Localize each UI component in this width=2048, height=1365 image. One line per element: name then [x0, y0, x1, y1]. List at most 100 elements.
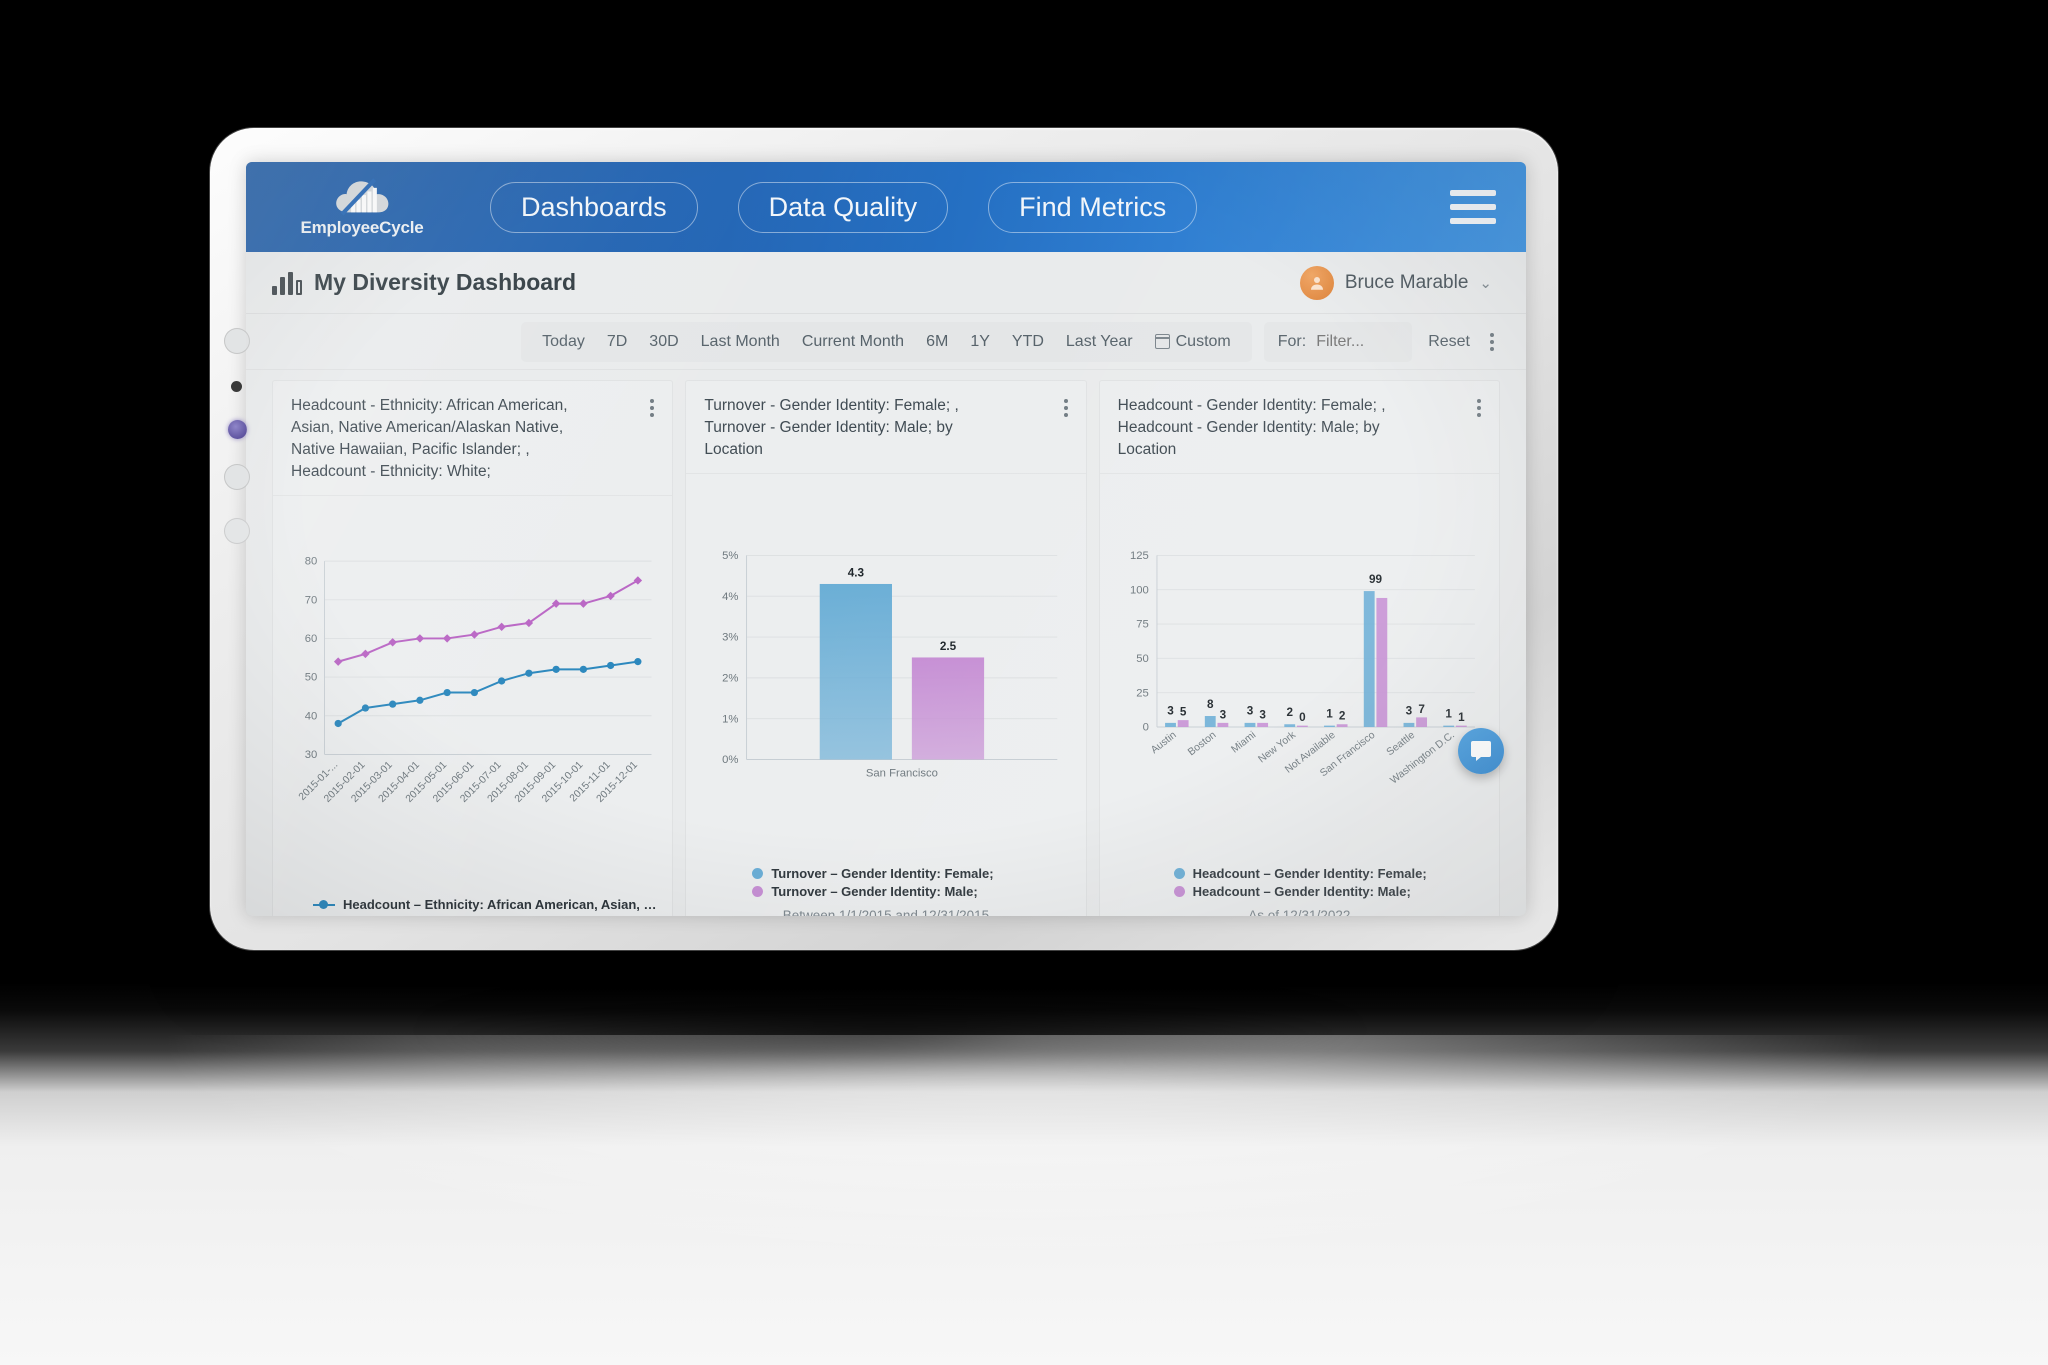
range-ytd[interactable]: YTD [1001, 333, 1055, 351]
primary-nav: Dashboards Data Quality Find Metrics [490, 181, 1198, 233]
svg-text:50: 50 [305, 672, 318, 684]
chat-launcher-button[interactable] [1458, 728, 1504, 774]
svg-text:1: 1 [1326, 707, 1333, 720]
svg-text:Seattle: Seattle [1385, 730, 1417, 759]
legend-label: Headcount – Ethnicity: African American,… [343, 897, 663, 912]
legend-item: Headcount – Gender Identity: Female; [1173, 866, 1489, 881]
bar-chart-turnover: 0% 1% 2% 3% 4% 5% 4.3 2.5 San Francisco [696, 480, 1075, 862]
user-menu[interactable]: Bruce Marable ⌄ [1299, 265, 1492, 300]
range-last-month[interactable]: Last Month [690, 333, 791, 351]
svg-text:3: 3 [1405, 705, 1412, 718]
for-label: For: [1277, 332, 1307, 350]
user-name-label: Bruce Marable [1344, 271, 1469, 293]
legend-item: Headcount – Ethnicity: African American,… [313, 897, 662, 912]
nav-item-data-quality[interactable]: Data Quality [737, 181, 949, 233]
legend-label: Headcount – Gender Identity: Female; [1192, 866, 1427, 881]
hamburger-icon[interactable] [1446, 184, 1500, 230]
svg-text:2: 2 [1339, 710, 1346, 723]
svg-text:3%: 3% [722, 632, 738, 644]
svg-text:1%: 1% [722, 713, 738, 725]
svg-text:San Francisco: San Francisco [866, 768, 938, 780]
svg-text:4%: 4% [722, 591, 738, 603]
svg-text:40: 40 [305, 710, 318, 722]
bezel-sensor-led [228, 420, 247, 439]
card-headcount-ethnicity-line: Headcount - Ethnicity: African American,… [272, 380, 674, 916]
svg-text:99: 99 [1369, 573, 1383, 586]
svg-text:3: 3 [1246, 705, 1253, 718]
kebab-menu-icon[interactable] [1473, 395, 1485, 421]
kebab-menu-icon[interactable] [1060, 395, 1072, 421]
employeecycle-app: EmployeeCycle Dashboards Data Quality Fi… [246, 162, 1526, 916]
range-current-month[interactable]: Current Month [791, 333, 915, 351]
card-header: Turnover - Gender Identity: Female; , Tu… [686, 381, 1086, 474]
card-header: Headcount - Ethnicity: African American,… [273, 381, 673, 496]
svg-text:125: 125 [1130, 550, 1149, 562]
for-filter-group: For: [1263, 321, 1413, 362]
legend-label: Headcount – Gender Identity: Male; [1192, 884, 1411, 899]
svg-text:1: 1 [1445, 707, 1452, 720]
page-title: My Diversity Dashboard [314, 269, 577, 295]
card-turnover-gender-bar: Turnover - Gender Identity: Female; , Tu… [685, 380, 1087, 916]
legend-item: Headcount – Ethnicity: White; [313, 915, 662, 916]
range-custom[interactable]: Custom [1144, 333, 1242, 351]
calendar-icon [1154, 334, 1170, 349]
svg-text:8: 8 [1207, 698, 1214, 711]
bezel-sensor-2 [224, 464, 250, 490]
brand-logo[interactable]: EmployeeCycle [292, 176, 432, 238]
range-1y[interactable]: 1Y [959, 333, 1001, 351]
bar-chart-icon [272, 271, 302, 295]
nav-item-dashboards[interactable]: Dashboards [490, 181, 698, 233]
card-footer-date-range: Between 1/1/2015 and 12/31/2015 [782, 908, 990, 916]
chart-legend: Headcount – Ethnicity: African American,… [283, 893, 662, 916]
card-body: 30 40 50 60 70 80 2015-01-... 2015-02-01 2015-03… [273, 496, 672, 916]
card-title: Headcount - Ethnicity: African American,… [291, 397, 568, 480]
svg-text:25: 25 [1136, 687, 1149, 699]
card-row-1: Headcount - Ethnicity: African American,… [272, 380, 1500, 916]
nav-item-find-metrics[interactable]: Find Metrics [988, 181, 1198, 233]
range-last-year[interactable]: Last Year [1055, 333, 1144, 351]
bezel-camera-dot [231, 381, 242, 392]
svg-text:5%: 5% [722, 550, 738, 562]
brand-wordmark: EmployeeCycle [300, 218, 424, 237]
cloud-bar-chart-icon [336, 178, 389, 216]
series-color-swatch [1173, 868, 1185, 879]
series-color-swatch [1173, 886, 1185, 897]
legend-label: Turnover – Gender Identity: Female; [771, 866, 994, 881]
series-color-swatch [752, 868, 764, 879]
card-header: Headcount - Gender Identity: Female; , H… [1099, 381, 1499, 474]
svg-text:0: 0 [1142, 722, 1148, 734]
range-today[interactable]: Today [531, 333, 596, 351]
chart-legend: Turnover – Gender Identity: Female; Turn… [696, 862, 1075, 902]
user-avatar-icon [1310, 276, 1323, 290]
legend-item: Headcount – Gender Identity: Male; [1173, 884, 1489, 899]
range-6m[interactable]: 6M [915, 333, 959, 351]
top-navigation-bar: EmployeeCycle Dashboards Data Quality Fi… [246, 162, 1526, 252]
svg-text:0: 0 [1299, 711, 1306, 724]
svg-text:5: 5 [1180, 706, 1187, 719]
kebab-menu-icon[interactable] [1486, 329, 1498, 355]
chevron-down-icon: ⌄ [1479, 274, 1492, 292]
range-30d[interactable]: 30D [638, 333, 689, 351]
chat-bubble-icon [1471, 741, 1491, 761]
device-floor-shadow [230, 995, 1550, 1065]
svg-text:Austin: Austin [1149, 730, 1179, 757]
svg-text:Boston: Boston [1186, 730, 1218, 759]
svg-text:2.5: 2.5 [940, 640, 957, 653]
svg-text:2%: 2% [722, 672, 738, 684]
reset-button[interactable]: Reset [1428, 333, 1470, 351]
dashboard-title-bar: My Diversity Dashboard Bruce Marable ⌄ [246, 252, 1526, 314]
card-body: 0 25 50 75 100 125 3 5 Austin 8 3 Boston 3 3 Miami 2 0 Ne… [1100, 474, 1499, 916]
svg-text:70: 70 [305, 594, 318, 606]
chart-legend: Headcount – Gender Identity: Female; Hea… [1110, 862, 1489, 902]
svg-text:4.3: 4.3 [848, 567, 865, 580]
kebab-menu-icon[interactable] [646, 395, 658, 421]
series-color-swatch [752, 886, 764, 897]
filter-input[interactable] [1316, 332, 1399, 351]
range-7d[interactable]: 7D [596, 333, 638, 351]
svg-text:3: 3 [1259, 708, 1266, 721]
card-body: 0% 1% 2% 3% 4% 5% 4.3 2.5 San Francisco Turnover… [686, 474, 1085, 916]
card-headcount-gender-location-bar: Headcount - Gender Identity: Female; , H… [1098, 380, 1500, 916]
svg-text:80: 80 [305, 556, 318, 568]
svg-text:100: 100 [1130, 584, 1149, 596]
bezel-sensor-1 [224, 328, 250, 354]
